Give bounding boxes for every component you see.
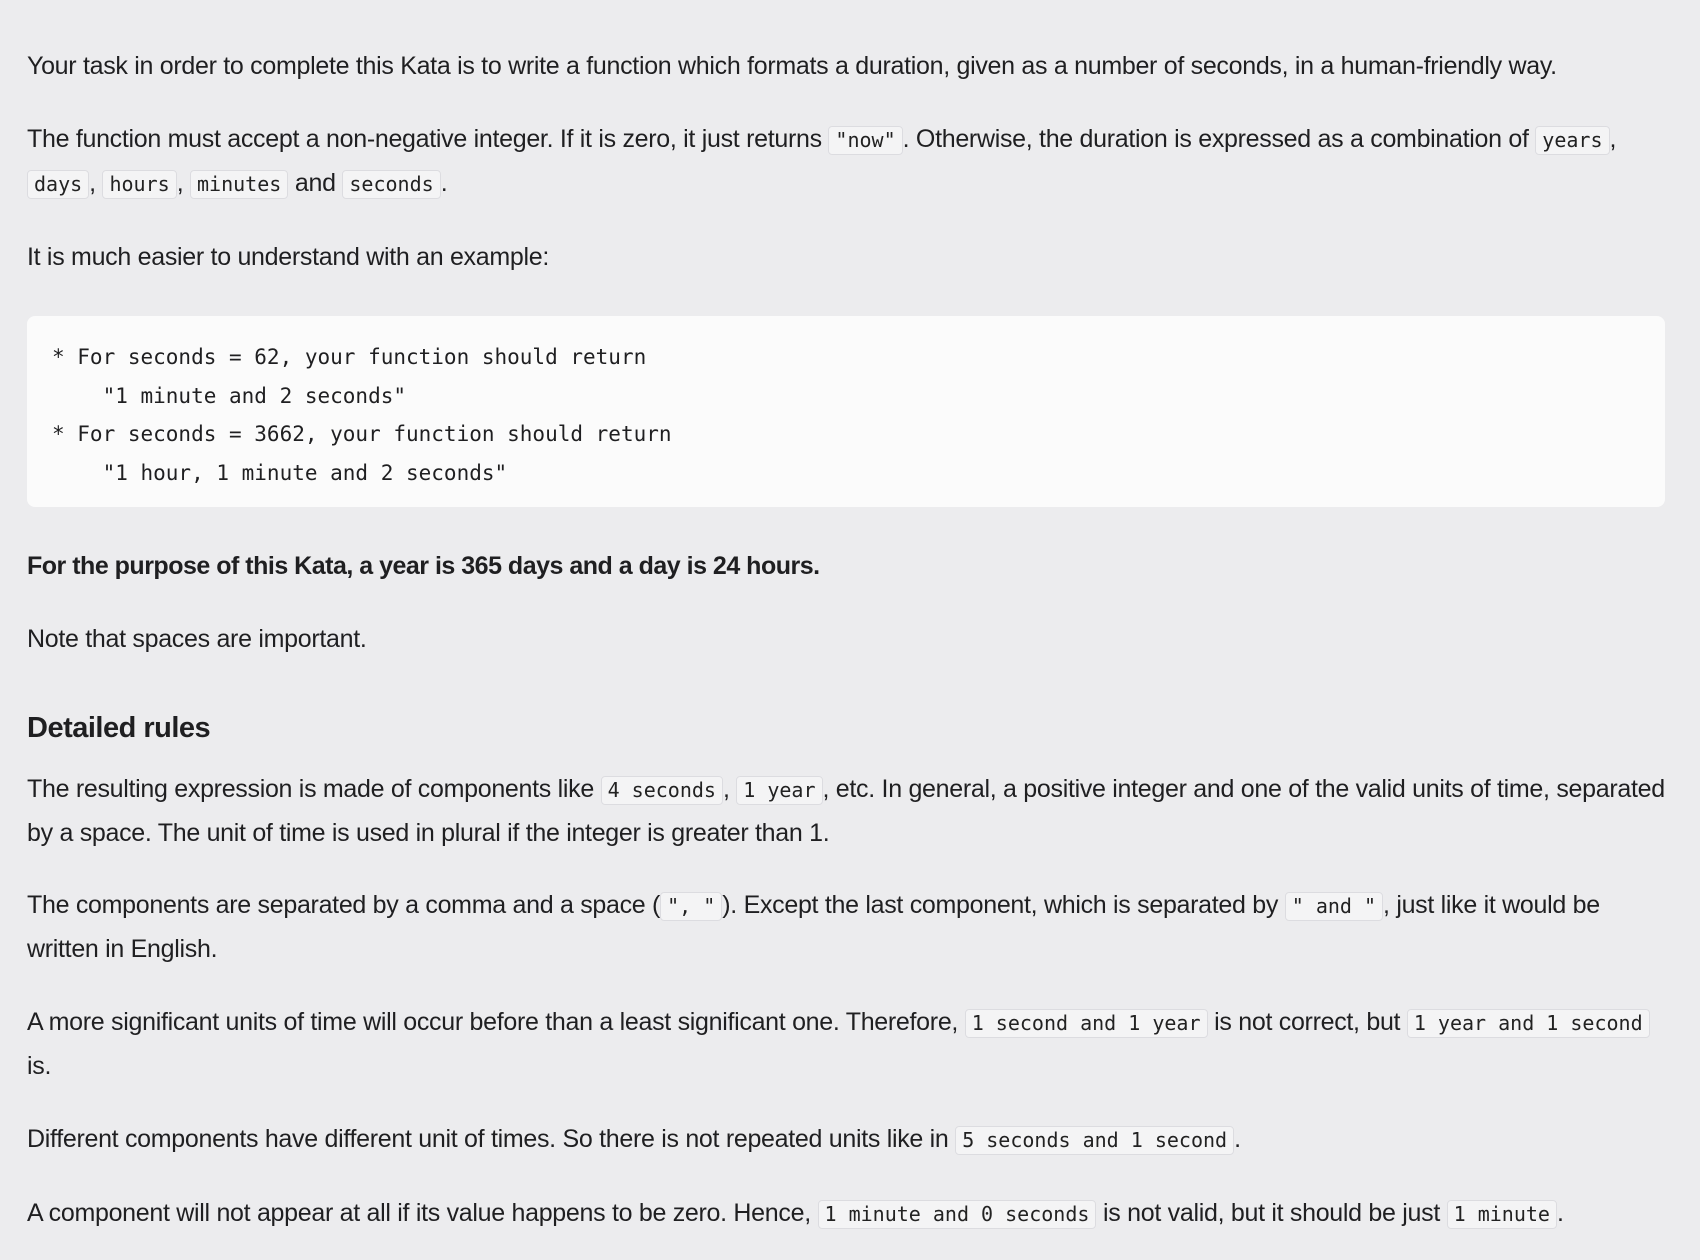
code-1-year: 1 year	[736, 776, 823, 805]
example-line: "1 minute and 2 seconds"	[52, 383, 407, 408]
text-span: ,	[1609, 125, 1617, 153]
text-span: The resulting expression is made of comp…	[27, 775, 601, 803]
code-right-order: 1 year and 1 second	[1406, 1009, 1650, 1038]
spaces-note: Note that spaces are important.	[27, 625, 367, 653]
text-span: . Otherwise, the duration is expressed a…	[902, 125, 1536, 153]
example-code-block: * For seconds = 62, your function should…	[27, 316, 1665, 507]
text-span: is not correct, but	[1207, 1008, 1407, 1036]
code-wrong-order: 1 second and 1 year	[964, 1009, 1208, 1038]
example-intro-paragraph: It is much easier to understand with an …	[27, 243, 549, 271]
code-days: days	[27, 170, 90, 199]
result-paragraph: The resulting expression is made of comp…	[27, 768, 1667, 855]
code-seconds: seconds	[342, 170, 441, 199]
year-day-definition: For the purpose of this Kata, a year is …	[27, 552, 820, 580]
example-line: * For seconds = 62, your function should…	[52, 345, 659, 369]
text-span: .	[440, 169, 448, 197]
code-zero-seconds: 1 minute and 0 seconds	[817, 1200, 1097, 1229]
code-comma-separator: ", "	[660, 892, 723, 921]
code-minutes: minutes	[189, 170, 289, 199]
detailed-rules-heading: Detailed rules	[27, 712, 211, 744]
code-4-seconds: 4 seconds	[600, 776, 723, 805]
text-span: ,	[722, 775, 737, 803]
text-span: A component will not appear at all if it…	[27, 1199, 818, 1227]
example-line: "1 hour, 1 minute and 2 seconds"	[52, 460, 508, 485]
text-span: ,	[89, 169, 103, 197]
code-and-separator: " and "	[1284, 892, 1384, 921]
text-span: ). Except the last component, which is s…	[722, 891, 1285, 919]
components-paragraph: The components are separated by a comma …	[27, 884, 1667, 971]
intro-paragraph: Your task in order to complete this Kata…	[27, 52, 1557, 80]
text-span: The function must accept a non-negative …	[27, 125, 829, 153]
code-hours: hours	[102, 170, 177, 199]
text-span: Different components have different unit…	[27, 1125, 956, 1153]
code-1-minute: 1 minute	[1446, 1200, 1557, 1229]
code-now: "now"	[828, 126, 903, 155]
text-span: is not valid, but it should be just	[1096, 1199, 1447, 1227]
text-span: ,	[176, 169, 190, 197]
different-units-paragraph: Different components have different unit…	[27, 1118, 1241, 1162]
text-span: .	[1234, 1125, 1241, 1153]
text-span: .	[1556, 1199, 1564, 1227]
code-years: years	[1535, 126, 1610, 155]
zero-value-paragraph: A component will not appear at all if it…	[27, 1192, 1564, 1236]
code-repeated-units: 5 seconds and 1 second	[955, 1126, 1235, 1155]
accept-paragraph: The function must accept a non-negative …	[27, 118, 1667, 206]
significance-paragraph: A more significant units of time will oc…	[27, 1001, 1667, 1088]
example-line: * For seconds = 3662, your function shou…	[52, 422, 672, 446]
text-span: A more significant units of time will oc…	[27, 1008, 965, 1036]
text-span: is.	[27, 1052, 52, 1080]
text-span: and	[288, 169, 343, 197]
text-span: The components are separated by a comma …	[27, 891, 661, 919]
